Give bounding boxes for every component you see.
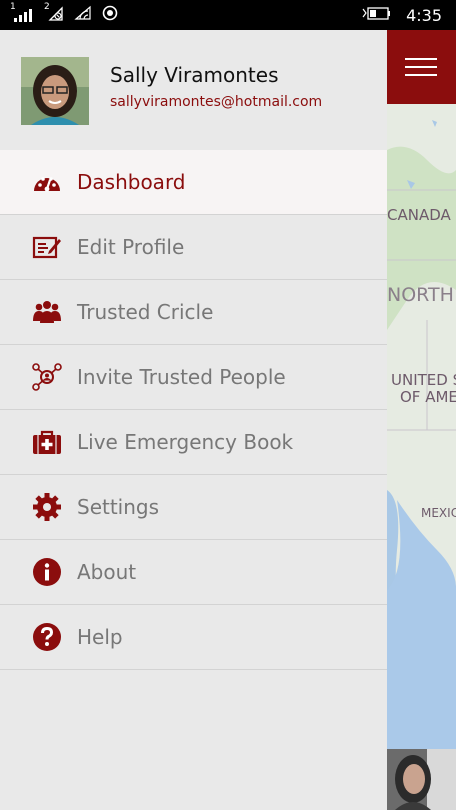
hamburger-menu-icon[interactable]	[405, 58, 437, 76]
wifi-icon	[74, 5, 92, 25]
menu-item-about[interactable]: About	[0, 540, 387, 605]
signal-2-icon: 2	[44, 2, 64, 22]
menu-item-label: Settings	[77, 495, 160, 519]
status-bar: 1 2 4:35	[0, 0, 456, 30]
edit-profile-icon	[32, 232, 62, 262]
menu-item-trusted-circle[interactable]: Trusted Cricle	[0, 280, 387, 345]
menu-item-label: Help	[77, 625, 123, 649]
clock: 4:35	[406, 5, 442, 25]
menu-item-label: Live Emergency Book	[77, 430, 294, 454]
menu-item-label: Invite Trusted People	[77, 365, 286, 389]
location-icon	[102, 5, 118, 25]
app-header	[387, 30, 456, 104]
menu-item-edit-profile[interactable]: Edit Profile	[0, 215, 387, 280]
menu-item-label: Dashboard	[77, 170, 186, 194]
menu-item-settings[interactable]: Settings	[0, 475, 387, 540]
menu-item-invite-trusted-people[interactable]: Invite Trusted People	[0, 345, 387, 410]
map-label-mexico: MEXICO	[421, 506, 456, 520]
navigation-drawer: Sally Viramontes sallyviramontes@hotmail…	[0, 30, 387, 810]
invite-network-icon	[32, 362, 62, 392]
menu-item-label: About	[77, 560, 137, 584]
info-icon	[32, 557, 62, 587]
help-icon	[32, 622, 62, 652]
user-email: sallyviramontes@hotmail.com	[110, 94, 323, 110]
map-label-of-america: OF AME	[400, 388, 456, 406]
sim1-label: 1	[10, 2, 16, 12]
gear-icon	[32, 492, 62, 522]
menu-item-dashboard[interactable]: Dashboard	[0, 150, 387, 215]
user-name: Sally Viramontes	[110, 63, 279, 87]
map-label-canada: CANADA	[387, 206, 451, 224]
drawer-menu: Dashboard Edit Profile Trusted Cricle In…	[0, 150, 387, 670]
menu-item-label: Edit Profile	[77, 235, 185, 259]
map-label-north-america: NORTH A	[387, 284, 456, 306]
sim2-label: 2	[44, 2, 50, 12]
map-view[interactable]: CANADA NORTH A UNITED S OF AME MEXICO	[387, 30, 456, 810]
menu-item-live-emergency-book[interactable]: Live Emergency Book	[0, 410, 387, 475]
menu-item-label: Trusted Cricle	[77, 300, 214, 324]
battery-icon	[362, 5, 392, 25]
menu-item-help[interactable]: Help	[0, 605, 387, 670]
first-aid-kit-icon	[32, 427, 62, 457]
user-profile-header[interactable]: Sally Viramontes sallyviramontes@hotmail…	[0, 30, 387, 150]
signal-icon: 1	[10, 2, 32, 22]
avatar[interactable]	[21, 57, 89, 125]
photo-thumbnail[interactable]	[387, 749, 456, 810]
dashboard-icon	[32, 167, 62, 197]
map-label-united-states: UNITED S	[391, 371, 456, 389]
people-group-icon	[32, 297, 62, 327]
